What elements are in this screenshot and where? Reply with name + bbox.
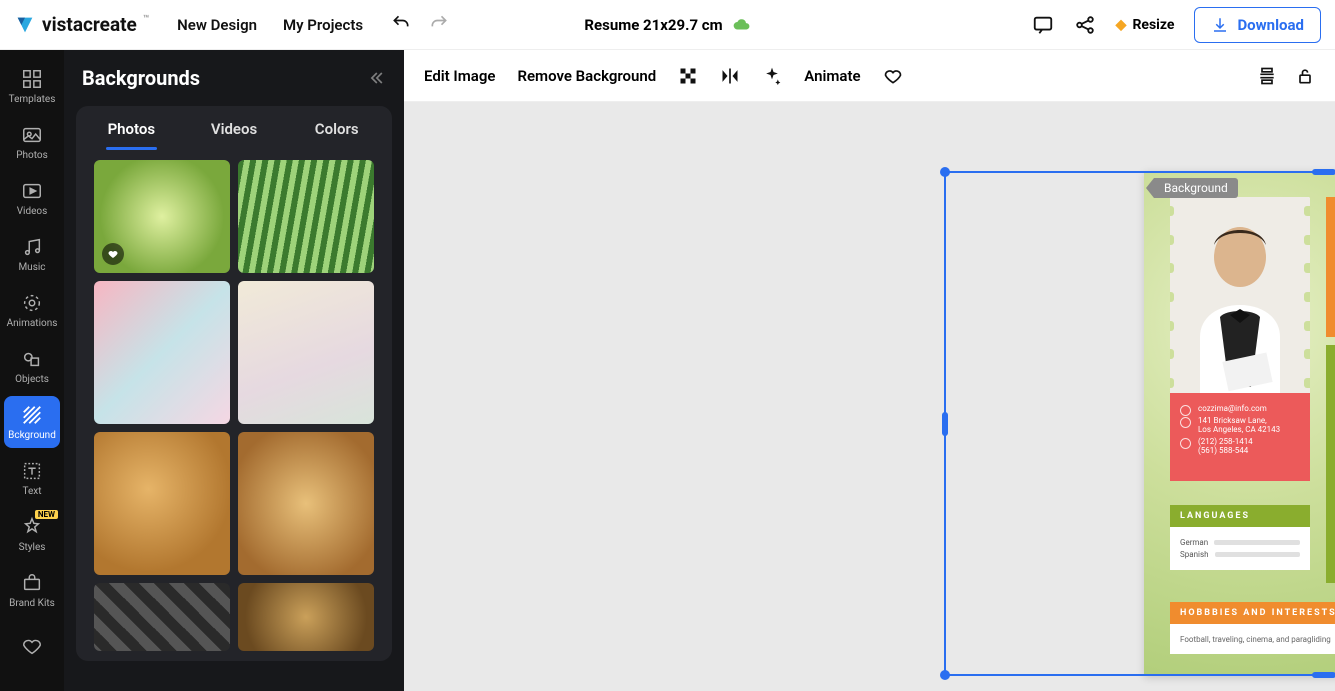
canvas-area: Edit Image Remove Background Animate: [404, 50, 1335, 691]
bg-thumb[interactable]: [94, 583, 230, 651]
rail-objects[interactable]: Objects: [4, 340, 60, 392]
nav-new-design[interactable]: New Design: [177, 16, 257, 34]
rail-text[interactable]: Text: [4, 452, 60, 504]
selection-handle[interactable]: [940, 167, 950, 177]
top-bar: vistacreate™ New Design My Projects Resu…: [0, 0, 1335, 50]
rail-brand-kits[interactable]: Brand Kits: [4, 564, 60, 616]
edit-image-button[interactable]: Edit Image: [424, 67, 495, 85]
sparkle-icon[interactable]: [762, 66, 782, 86]
rail-favorites[interactable]: [4, 620, 60, 672]
cloud-saved-icon: [733, 16, 751, 34]
rail-photos[interactable]: Photos: [4, 116, 60, 168]
rail-music[interactable]: Music: [4, 228, 60, 280]
rail-templates[interactable]: Templates: [4, 60, 60, 112]
logo-icon: [14, 14, 36, 36]
music-icon: [21, 236, 43, 258]
selection-handle[interactable]: [940, 670, 950, 680]
brand-text: vistacreate: [42, 13, 137, 36]
bg-thumb[interactable]: [94, 432, 230, 575]
transparency-icon[interactable]: [678, 66, 698, 86]
left-rail: Templates Photos Videos Music Animations…: [0, 50, 64, 691]
canvas-stage[interactable]: AlbertCozzima WAITER cozzima@info.com 14…: [404, 102, 1335, 691]
objects-icon: [21, 348, 43, 370]
download-button[interactable]: Download: [1194, 7, 1321, 43]
new-badge: NEW: [35, 510, 58, 519]
remove-background-button[interactable]: Remove Background: [517, 67, 656, 85]
rail-background[interactable]: Bckground: [4, 396, 60, 448]
selection-handle[interactable]: [942, 412, 948, 436]
redo-button[interactable]: [429, 13, 449, 37]
main-nav: New Design My Projects: [177, 16, 363, 34]
history-controls: [391, 13, 449, 37]
undo-button[interactable]: [391, 13, 411, 37]
animations-icon: [21, 292, 43, 314]
panel-tabs: Photos Videos Colors: [76, 106, 392, 661]
bg-thumb[interactable]: [94, 160, 230, 273]
download-icon: [1211, 16, 1229, 34]
nav-my-projects[interactable]: My Projects: [283, 16, 363, 34]
selection-handle[interactable]: [1312, 672, 1335, 678]
flip-icon[interactable]: [720, 66, 740, 86]
panel-title: Backgrounds: [82, 66, 200, 90]
videos-icon: [21, 180, 43, 202]
brand-kits-icon: [21, 572, 43, 594]
background-icon: [21, 404, 43, 426]
heart-icon: [21, 635, 43, 657]
side-panel: Backgrounds Photos Videos Colors: [64, 50, 404, 691]
favorite-icon[interactable]: [883, 66, 903, 86]
tab-colors[interactable]: Colors: [285, 112, 388, 150]
tab-photos[interactable]: Photos: [80, 112, 183, 150]
tab-videos[interactable]: Videos: [183, 112, 286, 150]
bg-thumb[interactable]: [238, 432, 374, 575]
selection-box[interactable]: [944, 171, 1335, 676]
rail-videos[interactable]: Videos: [4, 172, 60, 224]
selection-handle[interactable]: [1312, 169, 1335, 175]
comment-icon[interactable]: [1032, 14, 1054, 36]
templates-icon: [21, 68, 43, 90]
favorite-toggle[interactable]: [102, 243, 124, 265]
bg-thumb[interactable]: [238, 281, 374, 424]
position-icon[interactable]: [1257, 66, 1277, 86]
collapse-panel-icon[interactable]: [366, 68, 386, 88]
bg-thumb[interactable]: [238, 160, 374, 273]
bg-thumb[interactable]: [238, 583, 374, 651]
context-toolbar: Edit Image Remove Background Animate: [404, 50, 1335, 102]
text-icon: [21, 460, 43, 482]
animate-button[interactable]: Animate: [804, 67, 860, 85]
background-photos-grid: [80, 150, 388, 661]
resize-button[interactable]: ◆ Resize: [1116, 17, 1175, 33]
lock-icon[interactable]: [1295, 66, 1315, 86]
document-title-wrap: Resume 21x29.7 cm: [584, 16, 750, 34]
rail-styles[interactable]: NEWStyles: [4, 508, 60, 560]
document-title[interactable]: Resume 21x29.7 cm: [584, 16, 722, 34]
share-icon[interactable]: [1074, 14, 1096, 36]
rail-animations[interactable]: Animations: [4, 284, 60, 336]
top-right-actions: ◆ Resize Download: [1032, 7, 1321, 43]
premium-icon: ◆: [1116, 17, 1127, 33]
brand-logo[interactable]: vistacreate™: [14, 13, 149, 36]
photos-icon: [21, 124, 43, 146]
bg-thumb[interactable]: [94, 281, 230, 424]
